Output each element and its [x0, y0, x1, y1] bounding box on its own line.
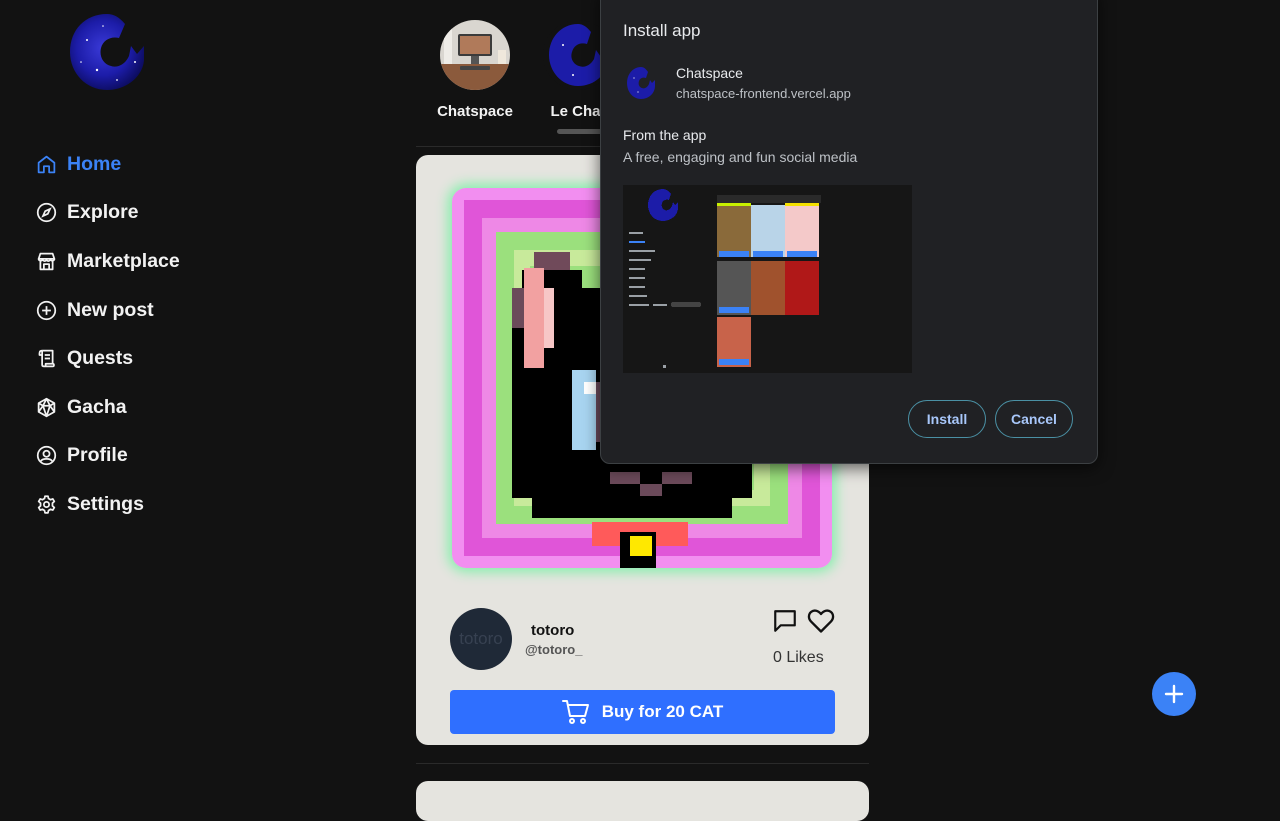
- story-avatar: [440, 20, 510, 90]
- app-description: A free, engaging and fun social media: [623, 149, 858, 165]
- sidebar-item-home[interactable]: Home: [36, 140, 180, 189]
- gear-icon: [36, 494, 57, 515]
- cancel-button[interactable]: Cancel: [995, 400, 1073, 438]
- heart-icon[interactable]: [807, 608, 835, 634]
- dialog-title: Install app: [623, 21, 701, 40]
- sidebar-item-settings[interactable]: Settings: [36, 480, 180, 529]
- plus-circle-icon: [36, 300, 57, 321]
- install-button[interactable]: Install: [908, 400, 986, 438]
- sidebar-item-label: Explore: [67, 201, 139, 224]
- sidebar-item-label: Profile: [67, 444, 128, 467]
- app-logo[interactable]: [67, 10, 147, 92]
- new-post-fab[interactable]: [1152, 672, 1196, 716]
- store-icon: [36, 251, 57, 272]
- sidebar-item-label: Settings: [67, 492, 144, 515]
- sidebar-item-gacha[interactable]: Gacha: [36, 383, 180, 432]
- scroll-icon: [36, 348, 57, 369]
- sidebar-item-label: Gacha: [67, 395, 127, 418]
- buy-button[interactable]: Buy for 20 CAT: [450, 690, 835, 734]
- app-url: chatspace-frontend.vercel.app: [676, 86, 851, 101]
- sidebar-item-marketplace[interactable]: Marketplace: [36, 237, 180, 286]
- sidebar-item-label: Quests: [67, 347, 134, 370]
- app-name: Chatspace: [676, 65, 743, 81]
- user-circle-icon: [36, 445, 57, 466]
- from-the-app-label: From the app: [623, 127, 707, 143]
- story-item[interactable]: Chatspace: [430, 20, 520, 120]
- sidebar-item-quests[interactable]: Quests: [36, 334, 180, 383]
- install-app-dialog: Install app Chatspace chatspace-frontend…: [600, 0, 1098, 464]
- cart-icon: [561, 700, 589, 724]
- divider: [416, 763, 869, 764]
- story-name: Chatspace: [437, 103, 513, 120]
- avatar-fallback-text: totoro: [459, 629, 503, 648]
- plus-icon: [1164, 684, 1184, 704]
- sidebar-item-label: New post: [67, 298, 154, 321]
- sidebar-item-label: Marketplace: [67, 249, 180, 272]
- sidebar-item-new-post[interactable]: New post: [36, 286, 180, 335]
- story-scroll-indicator[interactable]: [557, 129, 605, 134]
- buy-button-label: Buy for 20 CAT: [601, 702, 724, 721]
- author-handle[interactable]: @totoro_: [525, 642, 582, 657]
- author-avatar[interactable]: totoro: [450, 608, 512, 670]
- sidebar-nav: Home Explore Marketplace New post Quests…: [36, 140, 180, 529]
- app-icon: [625, 66, 657, 100]
- compass-icon: [36, 202, 57, 223]
- sidebar-item-explore[interactable]: Explore: [36, 189, 180, 238]
- comment-icon[interactable]: [772, 608, 798, 634]
- home-icon: [36, 154, 57, 175]
- app-screenshot: [623, 185, 912, 373]
- likes-count: 0 Likes: [773, 649, 824, 666]
- sidebar-item-label: Home: [67, 152, 122, 175]
- gem-icon: [36, 397, 57, 418]
- author-name[interactable]: totoro: [531, 622, 574, 639]
- next-post-card: [416, 781, 869, 821]
- sidebar-item-profile[interactable]: Profile: [36, 432, 180, 481]
